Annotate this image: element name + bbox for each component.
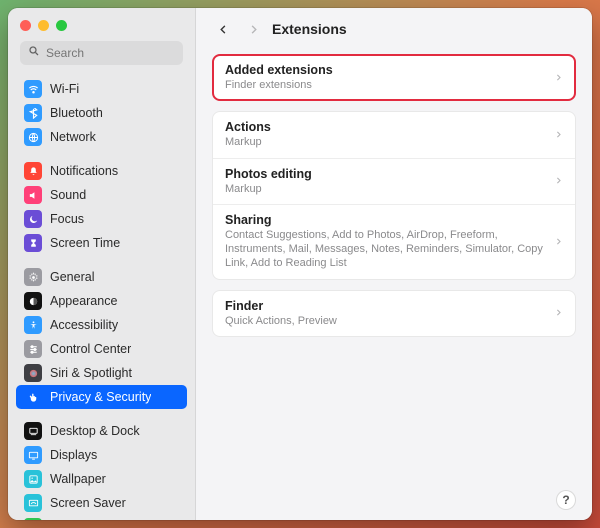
sidebar-item-label: Bluetooth [50,106,103,120]
sidebar-item-wallpaper[interactable]: Wallpaper [16,467,187,491]
hourglass-icon [24,234,42,252]
sidebar-item-screen-saver[interactable]: Screen Saver [16,491,187,515]
battery-icon [24,518,42,520]
row-title: Added extensions [225,63,554,77]
row-subtitle: Markup [225,182,546,196]
sidebar: Wi-Fi Bluetooth Network Notifications Sound F… [8,8,196,520]
dock-icon [24,422,42,440]
chevron-right-icon [554,304,563,322]
toolbar: Extensions [196,8,592,48]
accessibility-icon [24,316,42,334]
siri-icon [24,364,42,382]
sidebar-item-label: Sound [50,188,86,202]
sidebar-item-label: Network [50,130,96,144]
sidebar-item-desktop-dock[interactable]: Desktop & Dock [16,419,187,443]
sidebar-item-privacy-security[interactable]: Privacy & Security [16,385,187,409]
window-controls [8,8,195,41]
row-title: Actions [225,120,546,134]
sidebar-item-control-center[interactable]: Control Center [16,337,187,361]
chevron-right-icon [554,69,563,87]
sidebar-item-label: Desktop & Dock [50,424,140,438]
sidebar-item-label: Displays [50,448,97,462]
sidebar-item-displays[interactable]: Displays [16,443,187,467]
zoom-window-button[interactable] [56,20,67,31]
hand-icon [24,388,42,406]
row-title: Photos editing [225,167,546,181]
sidebar-item-label: Control Center [50,342,131,356]
sidebar-item-sound[interactable]: Sound [16,183,187,207]
page-title: Extensions [272,21,347,37]
settings-row-actions[interactable]: ActionsMarkup [213,112,575,157]
sidebar-item-label: Focus [50,212,84,226]
row-subtitle: Quick Actions, Preview [225,314,554,328]
settings-group: ActionsMarkupPhotos editingMarkupSharing… [212,111,576,279]
sidebar-item-label: Siri & Spotlight [50,366,132,380]
sidebar-item-label: Privacy & Security [50,390,151,404]
row-title: Finder [225,299,554,313]
sidebar-item-general[interactable]: General [16,265,187,289]
sidebar-item-label: Appearance [50,294,117,308]
sidebar-item-appearance[interactable]: Appearance [16,289,187,313]
search-field[interactable] [20,41,183,65]
content-area: Added extensionsFinder extensions Actions… [196,48,592,520]
gear-icon [24,268,42,286]
moon-icon [24,210,42,228]
back-button[interactable] [212,18,234,40]
close-window-button[interactable] [20,20,31,31]
sidebar-item-bluetooth[interactable]: Bluetooth [16,101,187,125]
row-subtitle: Markup [225,135,546,149]
settings-window: Wi-Fi Bluetooth Network Notifications Sound F… [8,8,592,520]
row-subtitle: Contact Suggestions, Add to Photos, AirD… [225,228,546,271]
sliders-icon [24,340,42,358]
row-title: Sharing [225,213,546,227]
globe-icon [24,128,42,146]
screensaver-icon [24,494,42,512]
minimize-window-button[interactable] [38,20,49,31]
sidebar-item-notifications[interactable]: Notifications [16,159,187,183]
settings-row-added-extensions[interactable]: Added extensionsFinder extensions [212,54,576,101]
settings-row-photos-editing[interactable]: Photos editingMarkup [213,158,575,204]
sidebar-item-label: Wi-Fi [50,82,79,96]
wallpaper-icon [24,470,42,488]
main-panel: Extensions Added extensionsFinder extens… [196,8,592,520]
chevron-right-icon [554,172,563,190]
sidebar-item-label: Accessibility [50,318,118,332]
wifi-icon [24,80,42,98]
sidebar-item-focus[interactable]: Focus [16,207,187,231]
search-input[interactable] [46,46,175,60]
appearance-icon [24,292,42,310]
row-subtitle: Finder extensions [225,78,554,92]
speaker-icon [24,186,42,204]
sidebar-item-energy-saver[interactable]: Energy Saver [16,515,187,520]
sidebar-item-screen-time[interactable]: Screen Time [16,231,187,255]
bell-icon [24,162,42,180]
sidebar-item-wi-fi[interactable]: Wi-Fi [16,77,187,101]
chevron-right-icon [554,126,563,144]
bluetooth-icon [24,104,42,122]
sidebar-item-label: Wallpaper [50,472,106,486]
sidebar-item-accessibility[interactable]: Accessibility [16,313,187,337]
help-button[interactable]: ? [556,490,576,510]
sidebar-item-label: Screen Saver [50,496,126,510]
sidebar-item-network[interactable]: Network [16,125,187,149]
forward-button[interactable] [242,18,264,40]
sidebar-item-label: Notifications [50,164,118,178]
sidebar-item-siri-spotlight[interactable]: Siri & Spotlight [16,361,187,385]
settings-row-finder[interactable]: FinderQuick Actions, Preview [212,290,576,337]
settings-row-sharing[interactable]: SharingContact Suggestions, Add to Photo… [213,204,575,279]
display-icon [24,446,42,464]
sidebar-item-label: General [50,270,94,284]
sidebar-nav: Wi-Fi Bluetooth Network Notifications Sound F… [8,73,195,520]
sidebar-item-label: Screen Time [50,236,120,250]
chevron-right-icon [554,233,563,251]
search-icon [28,44,40,62]
